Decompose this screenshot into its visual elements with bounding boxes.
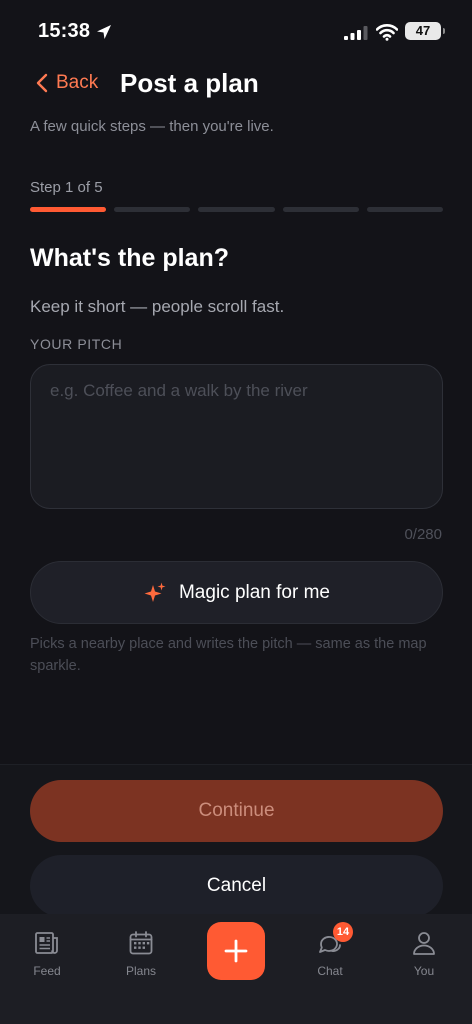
tab-you-label: You <box>413 964 435 978</box>
bottom-action-panel: Continue Cancel <box>0 764 472 917</box>
step-indicator: Step 1 of 5 <box>30 179 103 196</box>
progress-segment <box>114 207 191 212</box>
back-label: Back <box>56 72 99 93</box>
tab-feed[interactable]: Feed <box>12 930 82 978</box>
pitch-field-label: YOUR PITCH <box>30 336 123 352</box>
wifi-icon <box>376 24 398 41</box>
magic-plan-button[interactable]: Magic plan for me <box>30 561 443 624</box>
calendar-icon <box>129 931 153 955</box>
tab-you[interactable]: You <box>389 930 459 978</box>
chat-unread-badge: 14 <box>333 922 353 942</box>
progress-segment <box>30 207 107 212</box>
tab-plans-label: Plans <box>125 964 157 978</box>
add-plan-button[interactable] <box>207 922 265 980</box>
battery-indicator: 47 <box>405 22 445 40</box>
step-progress-bar <box>30 207 444 212</box>
progress-segment <box>366 207 444 212</box>
tab-feed-label: Feed <box>33 964 61 978</box>
chevron-left-icon <box>36 73 48 93</box>
cancel-button[interactable]: Cancel <box>30 855 443 917</box>
user-icon <box>413 932 435 955</box>
status-bar: 15:38 47 <box>0 0 472 60</box>
location-arrow-icon <box>97 25 111 39</box>
tab-bar: Feed Plans 14 Chat You <box>0 914 472 1024</box>
pitch-input[interactable] <box>30 364 443 509</box>
question-hint: Keep it short — people scroll fast. <box>30 297 285 316</box>
tab-chat-label: Chat <box>317 964 343 978</box>
tab-plans[interactable]: Plans <box>106 930 176 978</box>
tab-chat[interactable]: 14 Chat <box>295 922 365 978</box>
back-button[interactable]: Back <box>36 72 98 94</box>
cellular-signal-icon <box>344 26 368 40</box>
status-time: 15:38 <box>38 20 91 42</box>
page-subtitle: A few quick steps — then you're live. <box>30 118 274 135</box>
sparkles-icon <box>144 582 166 602</box>
progress-segment <box>198 207 275 212</box>
plus-icon <box>224 939 248 963</box>
progress-segment <box>282 207 359 212</box>
magic-plan-note: Picks a nearby place and writes the pitc… <box>30 636 427 674</box>
page-title: Post a plan <box>120 68 259 98</box>
newspaper-icon <box>35 932 58 954</box>
question-title: What's the plan? <box>30 244 229 272</box>
character-counter: 0/280 <box>404 526 442 543</box>
continue-button[interactable]: Continue <box>30 780 443 842</box>
magic-plan-label: Magic plan for me <box>178 581 330 603</box>
